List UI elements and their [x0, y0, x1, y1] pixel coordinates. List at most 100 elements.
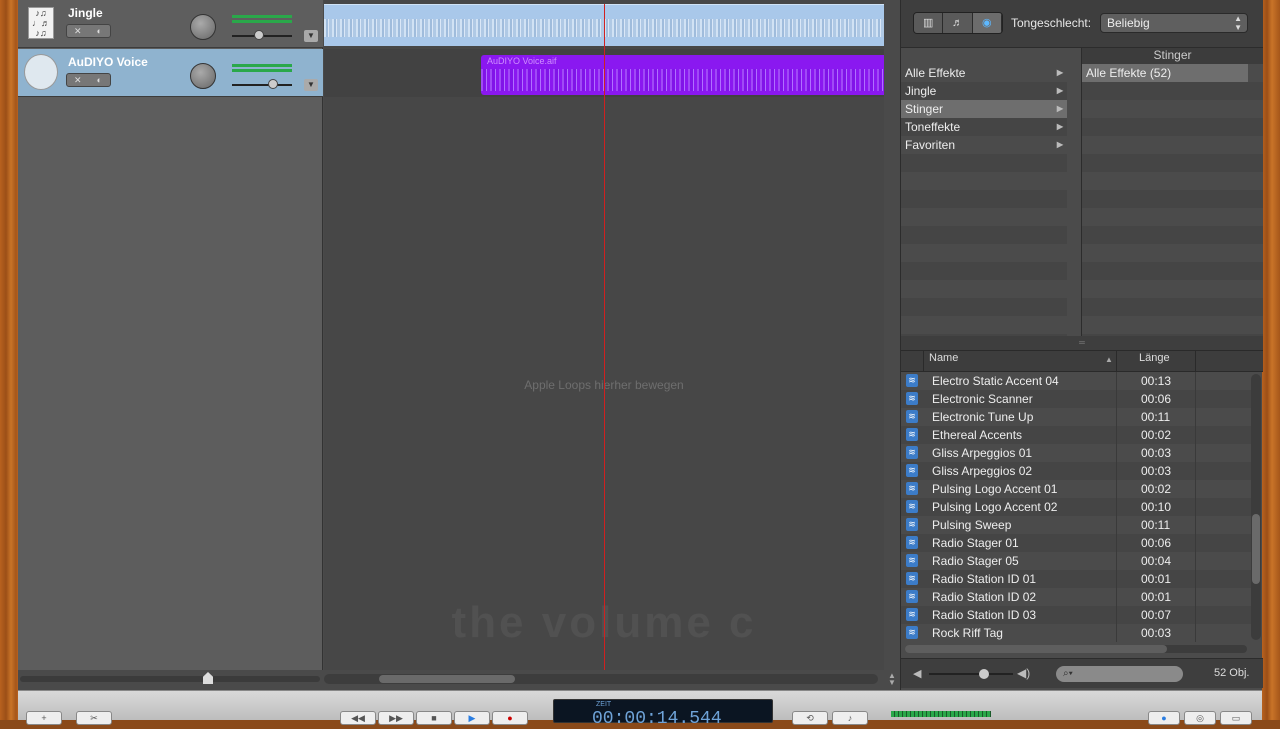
- loop-length: 00:01: [1141, 590, 1172, 604]
- sort-ascending-icon: ▲: [1105, 355, 1113, 364]
- track-header-voice[interactable]: AuDIYO Voice ✕ ◐ ▼: [18, 49, 323, 97]
- list-item[interactable]: ≋ Radio Stager 05 00:04: [901, 552, 1251, 570]
- media-browser-button[interactable]: ▭: [1220, 711, 1252, 725]
- cycle-button[interactable]: ⟲: [792, 711, 828, 725]
- time-display[interactable]: ZEIT 00:00:14.544: [553, 699, 773, 729]
- scroll-thumb[interactable]: [1252, 514, 1260, 584]
- wood-frame-right: [1262, 0, 1280, 720]
- waveform-icon: ≋: [906, 500, 918, 513]
- loop-name: Radio Station ID 01: [932, 572, 1037, 586]
- list-item[interactable]: ≋ Electronic Tune Up 00:11: [901, 408, 1251, 426]
- track-header-jingle[interactable]: ♪♫ ♩♬ ♪♫ Jingle ✕ ◐ ▼: [18, 0, 323, 48]
- solo-button[interactable]: ◐: [89, 74, 111, 86]
- length-column-header[interactable]: Länge: [1139, 352, 1170, 364]
- horizontal-scrollbar[interactable]: [324, 674, 878, 684]
- item-count: 52 Obj.: [1214, 667, 1250, 679]
- results-scrollbar[interactable]: [1251, 374, 1261, 640]
- podcast-icon[interactable]: ◉: [972, 13, 1002, 33]
- results-horizontal-scrollbar[interactable]: [905, 645, 1247, 653]
- rewind-button[interactable]: ◀◀: [340, 711, 376, 725]
- list-item[interactable]: ≋ Radio Stager 01 00:06: [901, 534, 1251, 552]
- score-icon: ♪♫ ♩♬ ♪♫: [28, 7, 54, 39]
- category-item[interactable]: Favoriten ▶: [901, 136, 1067, 154]
- list-item[interactable]: ≋ Gliss Arpeggios 02 00:03: [901, 462, 1251, 480]
- list-item[interactable]: ≋ Electro Static Accent 04 00:13: [901, 372, 1251, 390]
- category-item[interactable]: Toneffekte ▶: [901, 118, 1067, 136]
- mute-button[interactable]: ✕: [67, 25, 89, 37]
- solo-button[interactable]: ◐: [89, 25, 111, 37]
- preview-volume-slider[interactable]: [929, 669, 1013, 679]
- waveform-icon: ≋: [906, 464, 918, 477]
- loop-browser-button[interactable]: ◎: [1184, 711, 1216, 725]
- waveform-icon: ≋: [906, 518, 918, 531]
- playhead[interactable]: [604, 4, 605, 670]
- category-item[interactable]: Jingle ▶: [901, 82, 1067, 100]
- waveform-icon: ≋: [906, 590, 918, 603]
- track-headers: ♪♫ ♩♬ ♪♫ Jingle ✕ ◐ ▼ AuDIYO Voice ✕ ◐ ▼: [18, 0, 323, 684]
- list-item[interactable]: ≋ Electronic Scanner 00:06: [901, 390, 1251, 408]
- list-item[interactable]: ≋ Gliss Arpeggios 01 00:03: [901, 444, 1251, 462]
- view-segmented-control[interactable]: ▥ ♬ ◉: [913, 12, 1003, 34]
- pan-knob[interactable]: [190, 14, 216, 40]
- arrange-area[interactable]: AuDIYO Voice.aif Apple Loops hierher bew…: [324, 0, 884, 670]
- results-list[interactable]: ≋ Electro Static Accent 04 00:13 ≋ Electroni…: [901, 372, 1251, 642]
- list-item[interactable]: ≋ Rock Riff Tag 00:03: [901, 624, 1251, 642]
- gender-select[interactable]: Beliebig ▲ ▼: [1100, 13, 1248, 33]
- loop-length: 00:02: [1141, 428, 1172, 442]
- add-track-button[interactable]: +: [26, 711, 62, 725]
- list-item[interactable]: ≋ Radio Station ID 03 00:07: [901, 606, 1251, 624]
- scissors-icon[interactable]: ✂: [76, 711, 112, 725]
- timecode: 00:00:14.544: [592, 709, 722, 729]
- zoom-slider[interactable]: [20, 672, 320, 684]
- music-note-icon[interactable]: ♬: [943, 13, 973, 33]
- list-item[interactable]: ≋ Radio Station ID 02 00:01: [901, 588, 1251, 606]
- loop-name: Radio Station ID 03: [932, 608, 1037, 622]
- loop-length: 00:02: [1141, 482, 1172, 496]
- chevron-right-icon: ▶: [1056, 68, 1063, 77]
- track-name: AuDIYO Voice: [68, 55, 148, 69]
- list-item[interactable]: ≋ Pulsing Logo Accent 01 00:02: [901, 480, 1251, 498]
- category-column[interactable]: Alle Effekte ▶ Jingle ▶ Stinger ▶ Toneffekt…: [901, 64, 1067, 336]
- info-button[interactable]: ●: [1148, 711, 1180, 725]
- loop-name: Pulsing Sweep: [932, 518, 1012, 532]
- track-menu-button[interactable]: ▼: [304, 79, 318, 91]
- voice-region[interactable]: AuDIYO Voice.aif: [481, 55, 884, 95]
- loop-length: 00:13: [1141, 374, 1172, 388]
- volume-slider[interactable]: [232, 79, 292, 89]
- list-item[interactable]: ≋ Pulsing Logo Accent 02 00:10: [901, 498, 1251, 516]
- play-button[interactable]: ▶: [454, 711, 490, 725]
- pan-knob[interactable]: [190, 63, 216, 89]
- tuner-button[interactable]: ♪: [832, 711, 868, 725]
- mute-solo-buttons[interactable]: ✕ ◐: [66, 24, 111, 38]
- list-item[interactable]: ≋ Pulsing Sweep 00:11: [901, 516, 1251, 534]
- chevron-right-icon: ▶: [1056, 86, 1063, 95]
- loop-name: Electro Static Accent 04: [932, 374, 1059, 388]
- record-button[interactable]: ●: [492, 711, 528, 725]
- scroll-thumb[interactable]: [379, 675, 515, 683]
- subcategory-item[interactable]: Alle Effekte (52): [1082, 64, 1248, 82]
- loop-name: Electronic Scanner: [932, 392, 1033, 406]
- track-menu-button[interactable]: ▼: [304, 30, 318, 42]
- loop-length: 00:03: [1141, 626, 1172, 640]
- volume-slider[interactable]: [232, 30, 292, 40]
- waveform-icon: ≋: [906, 554, 918, 567]
- list-item[interactable]: ≋ Radio Station ID 01 00:01: [901, 570, 1251, 588]
- list-item[interactable]: ≋ Ethereal Accents 00:02: [901, 426, 1251, 444]
- fast-forward-button[interactable]: ▶▶: [378, 711, 414, 725]
- pane-splitter[interactable]: ═: [901, 336, 1263, 350]
- loop-length: 00:06: [1141, 536, 1172, 550]
- search-input[interactable]: ⌕▾: [1056, 666, 1183, 682]
- stop-button[interactable]: ■: [416, 711, 452, 725]
- mute-button[interactable]: ✕: [67, 74, 89, 86]
- category-item[interactable]: Alle Effekte ▶: [901, 64, 1067, 82]
- vertical-zoom-arrows[interactable]: ▲ ▼: [886, 672, 898, 687]
- column-view-icon[interactable]: ▥: [914, 13, 944, 33]
- waveform-icon: ≋: [906, 536, 918, 549]
- loop-name: Radio Stager 05: [932, 554, 1019, 568]
- subcategory-column[interactable]: Alle Effekte (52): [1081, 64, 1263, 336]
- browser-footer: ◀ ◀) ⌕▾ 52 Obj.: [901, 658, 1263, 688]
- category-item[interactable]: Stinger ▶: [901, 100, 1067, 118]
- name-column-header[interactable]: Name: [929, 352, 958, 364]
- volume-low-icon: ◀: [913, 668, 922, 680]
- mute-solo-buttons[interactable]: ✕ ◐: [66, 73, 111, 87]
